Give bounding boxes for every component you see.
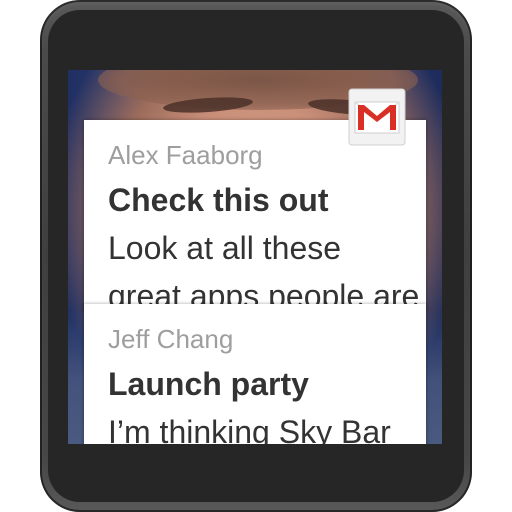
notification-sender: Alex Faaborg	[108, 140, 263, 170]
stage: Alex Faaborg Check this out Look at all …	[0, 0, 512, 512]
notification-snippet-line: I’m thinking Sky Bar	[108, 414, 391, 444]
watch-screen: Alex Faaborg Check this out Look at all …	[68, 70, 442, 444]
notification-card[interactable]: Jeff Chang Launch party I’m thinking Sky…	[84, 304, 426, 444]
notification-snippet-line: Look at all these	[108, 230, 342, 266]
notification-subject: Launch party	[108, 366, 309, 402]
notification-subject: Check this out	[108, 182, 329, 218]
notification-sender: Jeff Chang	[108, 324, 234, 354]
gmail-icon	[348, 88, 406, 146]
notification-card[interactable]: Alex Faaborg Check this out Look at all …	[84, 120, 426, 310]
